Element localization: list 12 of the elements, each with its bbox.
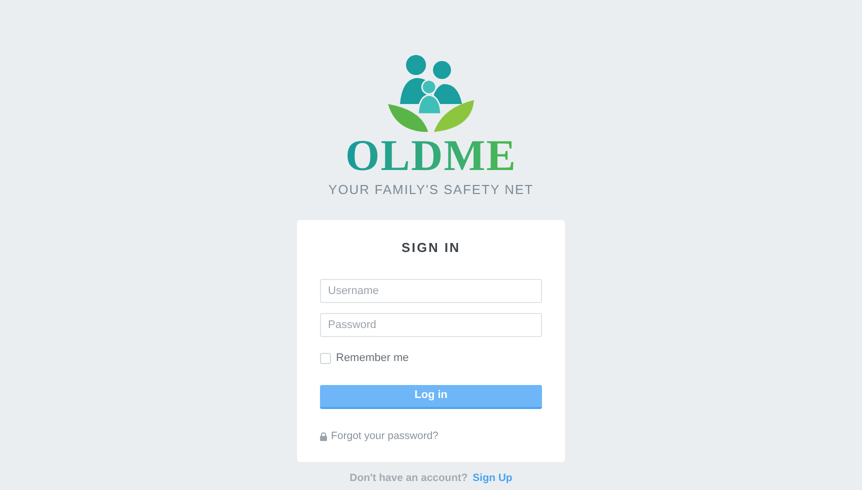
tagline: YOUR FAMILY'S SAFETY NET bbox=[328, 181, 534, 199]
password-field[interactable]: Password bbox=[320, 313, 542, 337]
form-title: SIGN IN bbox=[402, 238, 460, 256]
login-button[interactable]: Log in bbox=[320, 384, 542, 408]
signup-prompt: Don't have an account? bbox=[350, 471, 468, 486]
remember-label: Remember me bbox=[336, 351, 409, 366]
family-leaf-logo-icon bbox=[386, 54, 476, 134]
forgot-password-link[interactable]: Forgot your password? bbox=[331, 428, 438, 444]
lock-icon bbox=[320, 432, 327, 441]
sign-up-link[interactable]: Sign Up bbox=[472, 471, 512, 487]
remember-checkbox[interactable] bbox=[320, 352, 331, 364]
username-field[interactable]: Username bbox=[320, 279, 542, 303]
